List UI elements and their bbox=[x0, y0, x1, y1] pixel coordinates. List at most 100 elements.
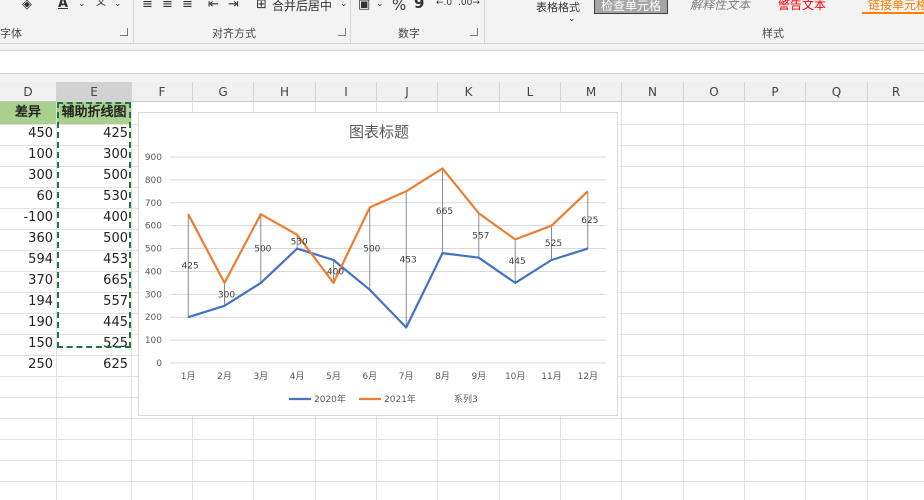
cell-d[interactable]: 450 bbox=[0, 124, 56, 144]
gridline bbox=[0, 439, 924, 440]
column-header-l[interactable]: L bbox=[500, 82, 561, 102]
separator bbox=[133, 0, 134, 43]
gridline bbox=[131, 102, 132, 500]
column-header-q[interactable]: Q bbox=[806, 82, 868, 102]
y-tick-label: 0 bbox=[156, 359, 162, 369]
cell-e[interactable]: 625 bbox=[57, 355, 131, 375]
font-color-button[interactable]: A bbox=[58, 0, 68, 17]
drop-lines bbox=[187, 168, 589, 328]
cell-d[interactable]: 194 bbox=[0, 292, 56, 312]
cell-d[interactable]: -100 bbox=[0, 208, 56, 228]
gridline bbox=[744, 102, 745, 500]
column-header-d[interactable]: D bbox=[0, 82, 57, 102]
style-explanatory-text[interactable]: 解释性文本 bbox=[684, 0, 756, 14]
column-header-k[interactable]: K bbox=[438, 82, 500, 102]
y-tick-label: 200 bbox=[145, 313, 162, 323]
column-header-h[interactable]: H bbox=[254, 82, 316, 102]
column-header-g[interactable]: G bbox=[193, 82, 254, 102]
data-label: 525 bbox=[545, 239, 562, 249]
x-tick-label: 4月 bbox=[290, 371, 305, 382]
legend-label: 系列3 bbox=[454, 393, 478, 405]
comma-button[interactable]: 9 bbox=[414, 0, 424, 16]
increase-indent-icon[interactable]: ⇥ bbox=[228, 0, 239, 18]
column-header-r[interactable]: R bbox=[868, 82, 924, 102]
font-group-label: 字体 bbox=[0, 27, 22, 40]
increase-decimal-icon[interactable]: ←.0 bbox=[436, 0, 452, 16]
cell-d[interactable]: 360 bbox=[0, 229, 56, 249]
x-tick-label: 1月 bbox=[181, 371, 196, 382]
gridline bbox=[0, 481, 924, 482]
y-tick-label: 300 bbox=[145, 290, 162, 300]
font-launcher-icon[interactable] bbox=[120, 28, 128, 36]
y-tick-label: 800 bbox=[145, 176, 162, 186]
align-center-icon[interactable]: ≡ bbox=[162, 0, 173, 18]
data-label: 445 bbox=[509, 257, 526, 267]
cell-d[interactable]: 150 bbox=[0, 334, 56, 354]
style-warning-text[interactable]: 警告文本 bbox=[772, 0, 832, 14]
data-label: 425 bbox=[182, 262, 199, 272]
merge-center-icon[interactable]: ⊞ bbox=[256, 0, 267, 18]
style-linked-cell[interactable]: 链接单元格 bbox=[862, 0, 924, 14]
accounting-format-icon[interactable]: ▣ bbox=[358, 0, 370, 18]
phonetic-dropdown-icon[interactable]: ⌄ bbox=[114, 0, 122, 17]
x-tick-label: 10月 bbox=[505, 371, 525, 382]
table-format-dropdown-icon[interactable]: ⌄ bbox=[568, 10, 576, 32]
column-header-n[interactable]: N bbox=[622, 82, 684, 102]
cell-d[interactable]: 60 bbox=[0, 187, 56, 207]
decrease-decimal-icon[interactable]: .00→ bbox=[458, 0, 480, 16]
formula-input[interactable] bbox=[0, 50, 924, 74]
column-headers: D E F G H I J K L M N O P Q R bbox=[0, 82, 924, 102]
cell-d[interactable]: 594 bbox=[0, 250, 56, 270]
style-check-cell[interactable]: 检查单元格 bbox=[594, 0, 669, 14]
ribbon: ◈ A ⌄ 文 ⌄ 字体 ≡ ≡ ≡ ⇤ ⇥ ⊞ 合并后居中 ⌄ 对齐方式 ▣ … bbox=[0, 0, 924, 44]
merge-center-button[interactable]: 合并后居中 bbox=[272, 0, 332, 19]
cell-d[interactable]: 250 bbox=[0, 355, 56, 375]
chart-legend[interactable]: 2020年 2021年 系列3 bbox=[289, 393, 478, 405]
x-axis-labels: 1月 2月 3月 4月 5月 6月 7月 8月 9月 10月 11月 12月 bbox=[181, 371, 598, 382]
cell-d[interactable]: 370 bbox=[0, 271, 56, 291]
chart-svg: 图表标题 0 100 200 300 400 500 600 700 800 900 1月 2月 3月… bbox=[145, 123, 606, 405]
column-header-f[interactable]: F bbox=[132, 82, 193, 102]
gridline bbox=[0, 460, 924, 461]
fill-color-button[interactable]: ◈ bbox=[22, 0, 32, 18]
font-color-dropdown-icon[interactable]: ⌄ bbox=[78, 0, 86, 17]
chart-series[interactable] bbox=[187, 167, 589, 329]
decrease-indent-icon[interactable]: ⇤ bbox=[208, 0, 219, 18]
align-right-icon[interactable]: ≡ bbox=[182, 0, 193, 18]
percent-button[interactable]: % bbox=[392, 0, 406, 18]
align-left-icon[interactable]: ≡ bbox=[142, 0, 153, 18]
x-tick-label: 7月 bbox=[399, 371, 414, 382]
align-group-label: 对齐方式 bbox=[212, 27, 256, 40]
y-tick-label: 700 bbox=[145, 199, 162, 209]
column-header-p[interactable]: P bbox=[745, 82, 806, 102]
x-tick-label: 6月 bbox=[362, 371, 377, 382]
legend-label: 2021年 bbox=[384, 393, 416, 405]
chart-title[interactable]: 图表标题 bbox=[349, 123, 409, 141]
x-tick-label: 11月 bbox=[541, 371, 561, 382]
x-tick-label: 8月 bbox=[435, 371, 450, 382]
data-label: 557 bbox=[472, 232, 489, 242]
data-label: 453 bbox=[400, 255, 417, 265]
data-label: 500 bbox=[363, 245, 380, 255]
column-header-o[interactable]: O bbox=[684, 82, 745, 102]
data-labels: 425 300 500 530 400 500 453 665 557 445 525 625 bbox=[182, 207, 599, 301]
data-label: 400 bbox=[327, 267, 344, 277]
gridline bbox=[867, 102, 868, 500]
data-label: 500 bbox=[254, 245, 271, 255]
column-header-m[interactable]: M bbox=[561, 82, 622, 102]
phonetic-button[interactable]: 文 bbox=[96, 0, 106, 16]
number-launcher-icon[interactable] bbox=[470, 28, 478, 36]
column-header-i[interactable]: I bbox=[316, 82, 377, 102]
column-header-e[interactable]: E bbox=[57, 82, 132, 102]
merge-dropdown-icon[interactable]: ⌄ bbox=[340, 0, 348, 17]
cell-d[interactable]: 300 bbox=[0, 166, 56, 186]
header-cell-diff[interactable]: 差异 bbox=[0, 102, 56, 124]
x-tick-label: 5月 bbox=[326, 371, 341, 382]
cell-d[interactable]: 100 bbox=[0, 145, 56, 165]
gridline bbox=[683, 102, 684, 500]
line-chart[interactable]: 图表标题 0 100 200 300 400 500 600 700 800 900 1月 2月 3月… bbox=[138, 112, 618, 416]
cell-d[interactable]: 190 bbox=[0, 313, 56, 333]
align-launcher-icon[interactable] bbox=[338, 28, 346, 36]
accounting-dropdown-icon[interactable]: ⌄ bbox=[376, 0, 384, 17]
column-header-j[interactable]: J bbox=[377, 82, 438, 102]
